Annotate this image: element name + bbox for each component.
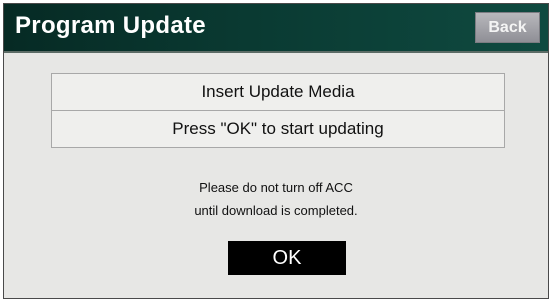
insert-media-message: Insert Update Media [201,82,355,101]
start-updating-message: Press "OK" to start updating [52,110,504,147]
warning-line-1: Please do not turn off ACC [199,180,353,195]
ok-button[interactable]: OK [228,241,346,275]
instruction-panel: Insert Update Media Press "OK" to start … [51,73,505,148]
title-bar: Program Update Back [4,4,548,53]
update-screen: Program Update Back Insert Update Media … [3,3,549,299]
page-title: Program Update [15,12,206,39]
back-button[interactable]: Back [475,12,540,43]
warning-line-2: until download is completed. [194,203,358,218]
warning-notice: Please do not turn off ACC until downloa… [4,176,548,222]
